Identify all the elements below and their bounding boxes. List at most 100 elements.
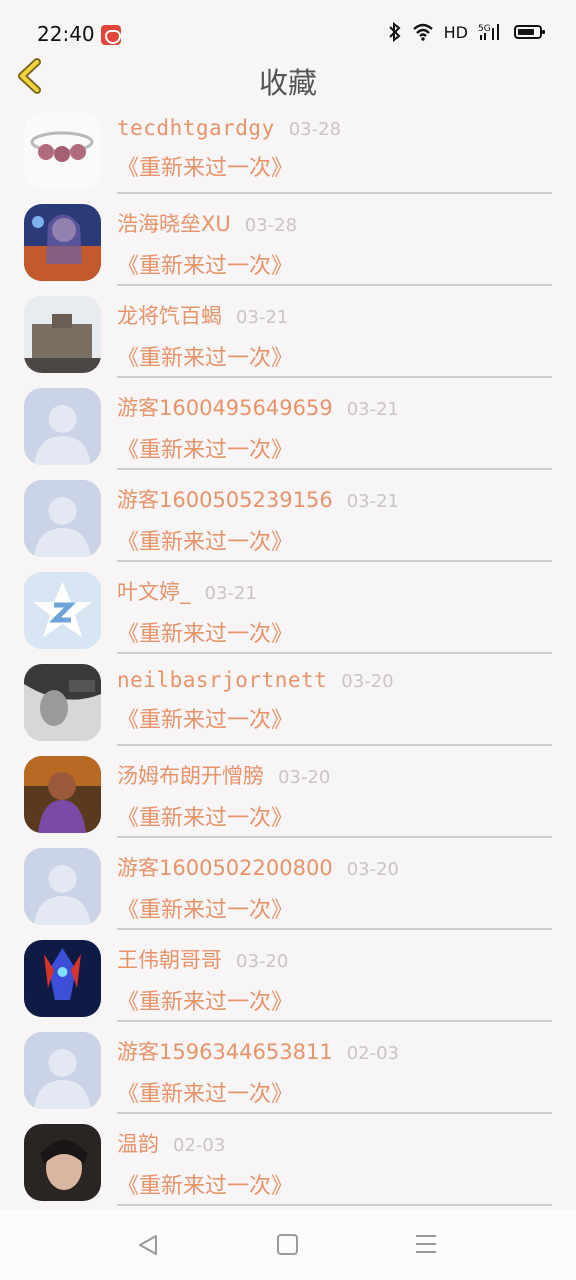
battery-icon (514, 25, 545, 39)
list-item[interactable]: 游客1600495649659 03-21 《重新来过一次》 (0, 378, 576, 470)
favorite-date: 03-21 (346, 399, 400, 420)
wifi-icon (412, 23, 433, 41)
book-title[interactable]: 《重新来过一次》 (117, 432, 552, 464)
name-line: 温韵 02-03 (117, 1128, 552, 1158)
favorite-date: 03-20 (236, 951, 289, 972)
favorite-date: 03-21 (204, 583, 257, 604)
network-label: HD (443, 22, 468, 42)
menu-lines-icon[interactable] (416, 1235, 436, 1259)
list-item[interactable]: 浩海晓垒XU 03-28 《重新来过一次》 (0, 194, 576, 286)
user-name: 游客1600505239156 (117, 488, 333, 512)
list-item[interactable]: 龙将饩百蝎 03-21 《重新来过一次》 (0, 286, 576, 378)
name-line: 游客1600495649659 03-21 (117, 392, 552, 422)
user-name: 叶文婷_ (117, 580, 191, 604)
name-line: neilbasrjortnett 03-20 (117, 668, 552, 692)
favorite-date: 03-20 (278, 767, 331, 788)
top-navbar: 收藏 (0, 50, 576, 102)
signal-icon: 5G (478, 24, 499, 40)
list-item-text: neilbasrjortnett 03-20 《重新来过一次》 (117, 668, 552, 734)
name-line: 游客1600502200800 03-20 (117, 852, 552, 882)
name-line: 龙将饩百蝎 03-21 (117, 300, 552, 330)
bluetooth-icon (388, 22, 401, 42)
avatar[interactable] (24, 848, 101, 925)
system-nav-bar (0, 1210, 576, 1280)
name-line: 叶文婷_ 03-21 (117, 576, 552, 606)
list-item[interactable]: 游客1600502200800 03-20 《重新来过一次》 (0, 838, 576, 930)
user-name: 王伟朝哥哥 (117, 948, 222, 972)
name-line: 汤姆布朗开憎膀 03-20 (117, 760, 552, 790)
user-name: 游客1600495649659 (117, 396, 333, 420)
status-icons: HD 5G (388, 22, 545, 42)
list-item-text: 游客1600505239156 03-21 《重新来过一次》 (117, 484, 552, 556)
book-title[interactable]: 《重新来过一次》 (117, 524, 552, 556)
favorite-date: 03-28 (244, 215, 298, 236)
avatar[interactable] (24, 664, 101, 741)
list-item[interactable]: 游客1596344653811 02-03 《重新来过一次》 (0, 1022, 576, 1114)
app-notification-icon (101, 25, 121, 45)
list-item-text: 王伟朝哥哥 03-20 《重新来过一次》 (117, 944, 552, 1016)
name-line: 王伟朝哥哥 03-20 (117, 944, 552, 974)
name-line: 游客1596344653811 02-03 (117, 1036, 552, 1066)
list-item-text: 温韵 02-03 《重新来过一次》 (117, 1128, 552, 1200)
user-name: tecdhtgardgy (117, 116, 275, 140)
book-title[interactable]: 《重新来过一次》 (117, 702, 552, 734)
book-title[interactable]: 《重新来过一次》 (117, 340, 552, 372)
user-name: neilbasrjortnett (117, 668, 328, 692)
book-title[interactable]: 《重新来过一次》 (117, 616, 552, 648)
list-item-text: 叶文婷_ 03-21 《重新来过一次》 (117, 576, 552, 648)
name-line: tecdhtgardgy 03-28 (117, 116, 552, 140)
user-name: 游客1600502200800 (117, 856, 333, 880)
avatar[interactable] (24, 296, 101, 373)
book-title[interactable]: 《重新来过一次》 (117, 984, 552, 1016)
list-item-text: 汤姆布朗开憎膀 03-20 《重新来过一次》 (117, 760, 552, 832)
avatar[interactable] (24, 756, 101, 833)
avatar[interactable] (24, 940, 101, 1017)
divider (117, 1204, 552, 1206)
list-item-text: 游客1600495649659 03-21 《重新来过一次》 (117, 392, 552, 464)
list-item[interactable]: 叶文婷_ 03-21 《重新来过一次》 (0, 562, 576, 654)
list-item[interactable]: 汤姆布朗开憎膀 03-20 《重新来过一次》 (0, 746, 576, 838)
page-title: 收藏 (258, 66, 317, 100)
back-triangle-icon[interactable] (136, 1233, 160, 1257)
book-title[interactable]: 《重新来过一次》 (117, 1168, 552, 1200)
list-item[interactable]: neilbasrjortnett 03-20 《重新来过一次》 (0, 654, 576, 746)
book-title[interactable]: 《重新来过一次》 (117, 248, 552, 280)
status-bar: 22:40 HD 5G (0, 0, 576, 50)
home-square-icon[interactable] (277, 1234, 298, 1255)
name-line: 浩海晓垒XU 03-28 (117, 208, 552, 238)
favorite-date: 03-21 (236, 307, 289, 328)
user-name: 游客1596344653811 (117, 1040, 333, 1064)
book-title[interactable]: 《重新来过一次》 (117, 150, 552, 182)
user-name: 温韵 (117, 1132, 159, 1156)
favorite-date: 03-20 (341, 671, 394, 692)
avatar[interactable] (24, 204, 101, 281)
list-item-text: 龙将饩百蝎 03-21 《重新来过一次》 (117, 300, 552, 372)
avatar[interactable] (24, 388, 101, 465)
avatar[interactable] (24, 1032, 101, 1109)
book-title[interactable]: 《重新来过一次》 (117, 1076, 552, 1108)
avatar[interactable] (24, 112, 101, 189)
avatar[interactable] (24, 1124, 101, 1201)
avatar[interactable] (24, 480, 101, 557)
list-item-text: 浩海晓垒XU 03-28 《重新来过一次》 (117, 208, 552, 280)
svg-text:5G: 5G (478, 24, 491, 34)
list-item[interactable]: tecdhtgardgy 03-28 《重新来过一次》 (0, 102, 576, 194)
list-item-text: 游客1596344653811 02-03 《重新来过一次》 (117, 1036, 552, 1108)
user-name: 汤姆布朗开憎膀 (117, 764, 264, 788)
user-name: 浩海晓垒XU (117, 212, 231, 236)
book-title[interactable]: 《重新来过一次》 (117, 800, 552, 832)
status-time: 22:40 (37, 22, 95, 46)
favorite-date: 03-28 (288, 119, 342, 140)
list-item-text: 游客1600502200800 03-20 《重新来过一次》 (117, 852, 552, 924)
avatar[interactable] (24, 572, 101, 649)
list-item-text: tecdhtgardgy 03-28 《重新来过一次》 (117, 116, 552, 182)
favorite-date: 02-03 (346, 1043, 400, 1064)
favorite-date: 03-20 (346, 859, 400, 880)
list-item[interactable]: 温韵 02-03 《重新来过一次》 (0, 1114, 576, 1206)
list-item[interactable]: 游客1600505239156 03-21 《重新来过一次》 (0, 470, 576, 562)
list-item[interactable]: 王伟朝哥哥 03-20 《重新来过一次》 (0, 930, 576, 1022)
user-name: 龙将饩百蝎 (117, 304, 222, 328)
name-line: 游客1600505239156 03-21 (117, 484, 552, 514)
favorites-list: tecdhtgardgy 03-28 《重新来过一次》 浩海晓垒XU 03-28 《重新来… (0, 102, 576, 1210)
book-title[interactable]: 《重新来过一次》 (117, 892, 552, 924)
